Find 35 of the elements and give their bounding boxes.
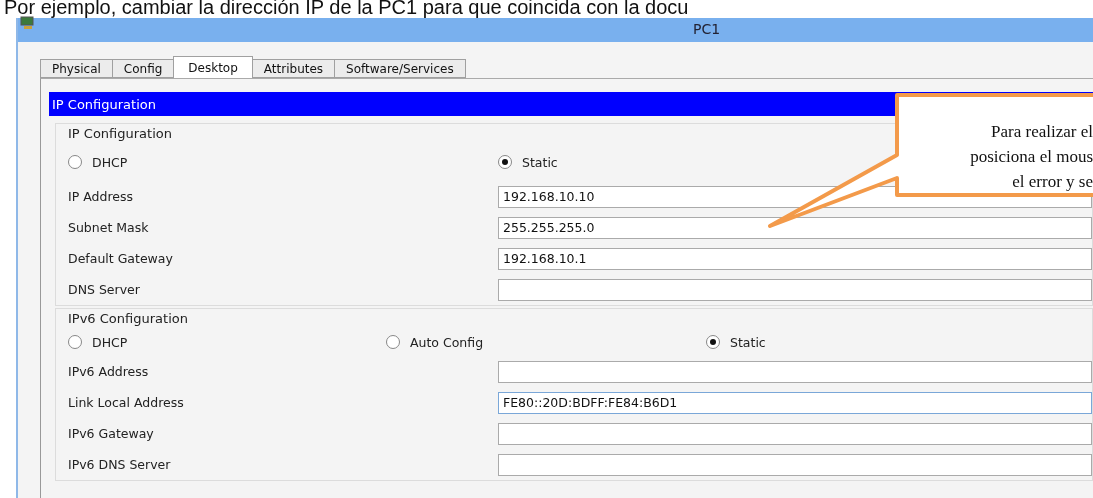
tab[interactable]: Physical	[40, 59, 113, 78]
window-title: PC1	[693, 21, 721, 37]
radio-button[interactable]	[498, 155, 512, 169]
field-label: IPv6 Gateway	[68, 426, 155, 441]
tab[interactable]: Desktop	[173, 56, 253, 78]
text-field[interactable]: 192.168.10.1	[498, 247, 1092, 270]
field-label: IPv6 Address	[68, 364, 150, 379]
document-text: Por ejemplo, cambiar la dirección IP de la PC1 para que coincida con la docu	[3, 0, 690, 18]
radio-button[interactable]	[386, 335, 400, 349]
pc-icon	[20, 16, 36, 30]
tab[interactable]: Attributes	[251, 59, 336, 78]
radio-label: Auto Config	[410, 334, 484, 350]
text-field[interactable]	[498, 453, 1092, 476]
radio-button[interactable]	[706, 335, 720, 349]
text-field[interactable]	[498, 360, 1092, 383]
field-label: DNS Server	[68, 282, 141, 297]
radio-label: Static	[522, 154, 558, 170]
field-label: Link Local Address	[68, 395, 185, 410]
tab[interactable]: Config	[111, 59, 175, 78]
field-label: IP Address	[68, 189, 134, 204]
text-field[interactable]: 255.255.255.0	[498, 216, 1092, 239]
group-title: IPv6 Configuration	[68, 310, 188, 328]
radio-button[interactable]	[68, 155, 82, 169]
group-title: IP Configuration	[68, 125, 172, 143]
radio-label: DHCP	[92, 154, 128, 170]
field-label: Default Gateway	[68, 251, 174, 266]
radio-label: DHCP	[92, 334, 128, 350]
text-field[interactable]	[498, 422, 1092, 445]
field-label: Subnet Mask	[68, 220, 150, 235]
radio-label: Static	[730, 334, 766, 350]
text-field[interactable]	[498, 278, 1092, 301]
text-field[interactable]: FE80::20D:BDFF:FE84:B6D1	[498, 391, 1092, 414]
tab[interactable]: Software/Services	[334, 59, 466, 78]
radio-button[interactable]	[68, 335, 82, 349]
field-label: IPv6 DNS Server	[68, 457, 172, 472]
